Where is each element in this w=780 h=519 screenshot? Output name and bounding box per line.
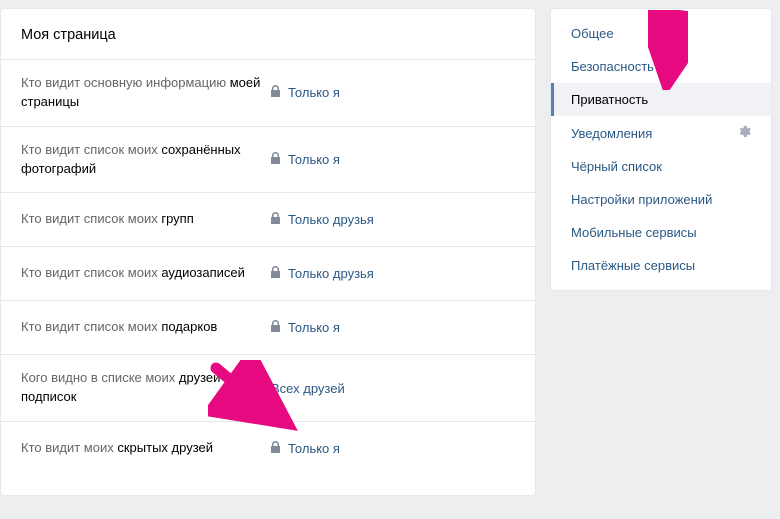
setting-label: Кто видит список моих подарков <box>21 318 271 337</box>
setting-label: Кто видит список моих сохранённых фотогр… <box>21 141 271 179</box>
setting-value-text: Только я <box>288 152 340 167</box>
setting-value-dropdown[interactable]: Только я <box>271 85 340 100</box>
setting-value-dropdown[interactable]: Только я <box>271 441 340 456</box>
setting-value-text: Только друзья <box>288 266 374 281</box>
sidebar-item-label: Чёрный список <box>571 159 662 174</box>
sidebar-item-label: Платёжные сервисы <box>571 258 695 273</box>
setting-value-dropdown[interactable]: Только я <box>271 152 340 167</box>
gear-icon[interactable] <box>738 125 751 141</box>
sidebar-item-mobile-services[interactable]: Мобильные сервисы <box>551 216 771 249</box>
sidebar-item-privacy[interactable]: Приватность <box>551 83 771 116</box>
sidebar-item-general[interactable]: Общее <box>551 17 771 50</box>
privacy-settings-panel: Моя страница Кто видит основную информац… <box>0 8 536 496</box>
lock-icon <box>271 152 281 167</box>
setting-label: Кто видит список моих аудиозаписей <box>21 264 271 283</box>
setting-value-dropdown[interactable]: Только я <box>271 320 340 335</box>
sidebar-item-label: Мобильные сервисы <box>571 225 697 240</box>
lock-icon <box>271 212 281 227</box>
setting-label: Кто видит основную информацию моей стран… <box>21 74 271 112</box>
sidebar-item-app-settings[interactable]: Настройки приложений <box>551 183 771 216</box>
setting-row: Кто видит список моих групп Только друзь… <box>1 192 535 246</box>
setting-row: Кто видит список моих подарков Только я <box>1 300 535 354</box>
lock-icon <box>271 441 281 456</box>
setting-value-dropdown[interactable]: Только друзья <box>271 266 374 281</box>
sidebar-item-label: Безопасность <box>571 59 654 74</box>
setting-label: Кто видит моих скрытых друзей <box>21 439 271 458</box>
sidebar-item-security[interactable]: Безопасность <box>551 50 771 83</box>
setting-row: Кого видно в списке моих друзей и подпис… <box>1 354 535 421</box>
lock-icon <box>271 266 281 281</box>
sidebar-item-label: Приватность <box>571 92 648 107</box>
setting-row: Кто видит список моих аудиозаписей Тольк… <box>1 246 535 300</box>
setting-row: Кто видит список моих сохранённых фотогр… <box>1 126 535 193</box>
setting-row: Кто видит моих скрытых друзей Только я <box>1 421 535 475</box>
sidebar-item-label: Уведомления <box>571 126 652 141</box>
setting-row: Кто видит основную информацию моей стран… <box>1 59 535 126</box>
setting-value-dropdown[interactable]: Всех друзей <box>271 381 345 396</box>
sidebar-item-label: Общее <box>571 26 614 41</box>
setting-value-text: Только я <box>288 320 340 335</box>
setting-value-text: Только друзья <box>288 212 374 227</box>
page-title: Моя страница <box>1 9 535 59</box>
lock-icon <box>271 85 281 100</box>
lock-icon <box>271 320 281 335</box>
sidebar-item-label: Настройки приложений <box>571 192 712 207</box>
setting-value-text: Только я <box>288 85 340 100</box>
setting-value-text: Всех друзей <box>271 381 345 396</box>
setting-label: Кого видно в списке моих друзей и подпис… <box>21 369 271 407</box>
sidebar-item-notifications[interactable]: Уведомления <box>551 116 771 150</box>
setting-value-dropdown[interactable]: Только друзья <box>271 212 374 227</box>
settings-sidebar: Общее Безопасность Приватность Уведомлен… <box>550 8 772 291</box>
setting-label: Кто видит список моих групп <box>21 210 271 229</box>
setting-value-text: Только я <box>288 441 340 456</box>
sidebar-item-blacklist[interactable]: Чёрный список <box>551 150 771 183</box>
sidebar-item-payment-services[interactable]: Платёжные сервисы <box>551 249 771 282</box>
